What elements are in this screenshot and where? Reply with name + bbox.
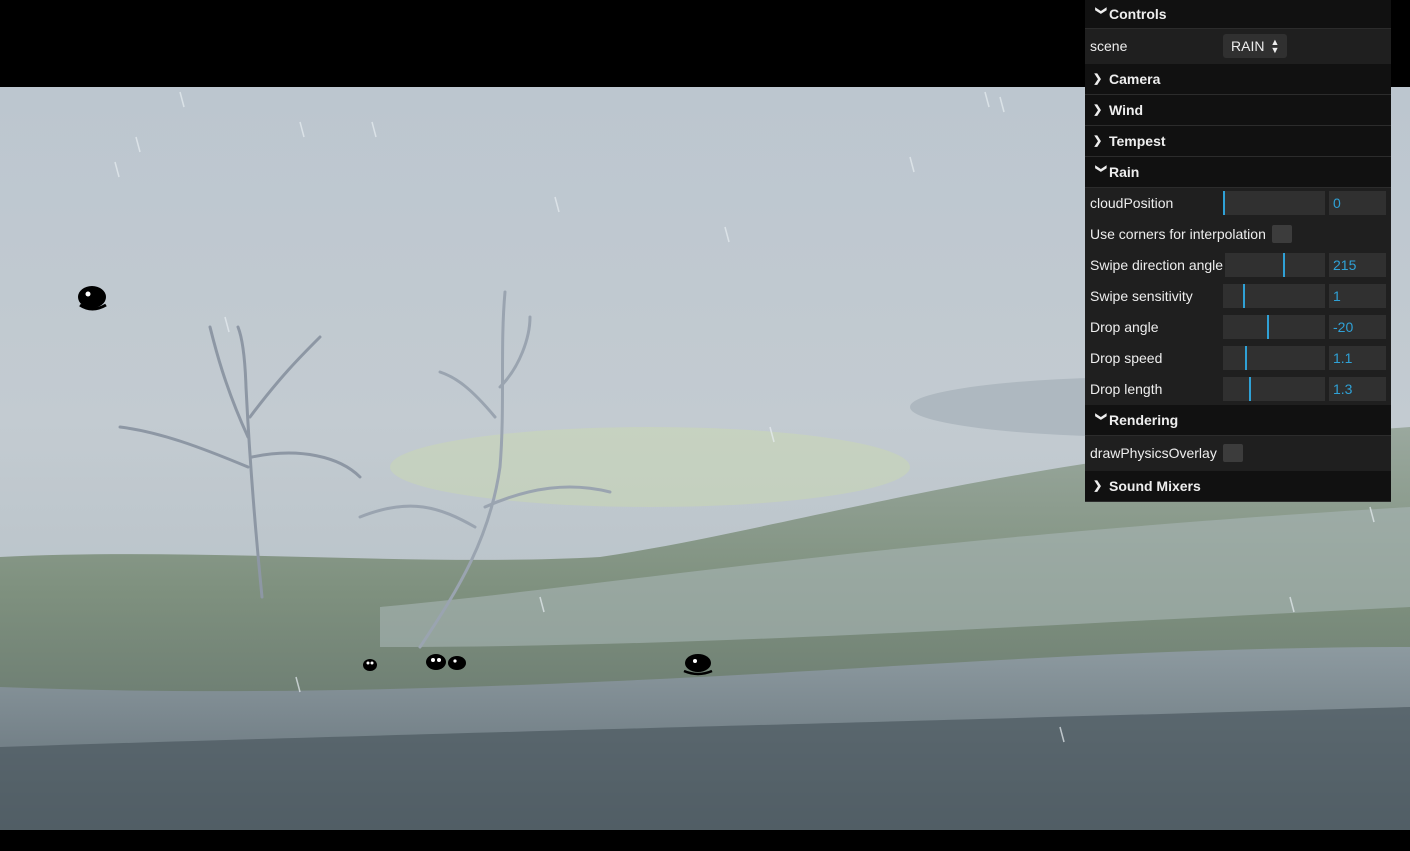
drop-length-input[interactable]: 1.3 (1329, 377, 1386, 401)
folder-rain[interactable]: ❯ Rain (1085, 157, 1391, 188)
drop-angle-row: Drop angle -20 (1085, 312, 1391, 343)
chevron-right-icon: ❯ (1093, 135, 1103, 147)
chevron-right-icon: ❯ (1093, 480, 1103, 492)
scene-select-value: RAIN (1231, 38, 1265, 54)
draw-physics-overlay-label: drawPhysicsOverlay (1090, 445, 1217, 461)
folder-wind[interactable]: ❯ Wind (1085, 95, 1391, 126)
folder-sound-mixers[interactable]: ❯ Sound Mixers (1085, 471, 1391, 502)
folder-rendering-label: Rendering (1109, 412, 1179, 428)
folder-camera-label: Camera (1109, 71, 1161, 87)
swipe-sensitivity-label: Swipe sensitivity (1090, 288, 1193, 304)
chevron-down-icon: ❯ (1095, 6, 1107, 16)
swipe-angle-label: Swipe direction angle (1090, 257, 1224, 273)
use-corners-checkbox[interactable] (1271, 225, 1292, 243)
folder-camera[interactable]: ❯ Camera (1085, 64, 1391, 95)
controls-folder-title[interactable]: ❯ Controls (1085, 0, 1391, 29)
controls-title-label: Controls (1109, 6, 1167, 22)
slider-knob[interactable] (1283, 253, 1285, 277)
folder-sound-mixers-label: Sound Mixers (1109, 478, 1201, 494)
drop-speed-label: Drop speed (1090, 350, 1163, 366)
swipe-sensitivity-slider[interactable] (1223, 284, 1325, 308)
draw-physics-overlay-row: drawPhysicsOverlay (1085, 436, 1391, 471)
cloud-position-row: cloudPosition 0 (1085, 188, 1391, 219)
swipe-angle-row: Swipe direction angle 215 (1085, 250, 1391, 281)
chevron-right-icon: ❯ (1093, 73, 1103, 85)
slider-knob[interactable] (1243, 284, 1245, 308)
creature-4[interactable] (680, 651, 716, 677)
drop-length-slider[interactable] (1223, 377, 1325, 401)
cloud-position-slider[interactable] (1223, 191, 1325, 215)
drop-length-row: Drop length 1.3 (1085, 374, 1391, 405)
swipe-sensitivity-input[interactable]: 1 (1329, 284, 1386, 308)
drop-angle-input[interactable]: -20 (1329, 315, 1386, 339)
swipe-sensitivity-row: Swipe sensitivity 1 (1085, 281, 1391, 312)
creature-3[interactable] (424, 651, 470, 677)
drop-speed-input[interactable]: 1.1 (1329, 346, 1386, 370)
slider-knob[interactable] (1267, 315, 1269, 339)
drop-speed-row: Drop speed 1.1 (1085, 343, 1391, 374)
creature-1[interactable] (72, 283, 112, 315)
cloud-position-label: cloudPosition (1090, 195, 1174, 211)
drop-angle-label: Drop angle (1090, 319, 1159, 335)
slider-knob[interactable] (1245, 346, 1247, 370)
swipe-angle-input[interactable]: 215 (1329, 253, 1386, 277)
swipe-angle-slider[interactable] (1225, 253, 1325, 277)
drop-length-label: Drop length (1090, 381, 1163, 397)
folder-tempest[interactable]: ❯ Tempest (1085, 126, 1391, 157)
chevron-down-icon: ❯ (1095, 164, 1107, 174)
folder-rendering[interactable]: ❯ Rendering (1085, 405, 1391, 436)
folder-tempest-label: Tempest (1109, 133, 1166, 149)
drop-angle-slider[interactable] (1223, 315, 1325, 339)
use-corners-label: Use corners for interpolation (1090, 226, 1266, 242)
scene-select[interactable]: RAIN ▲ ▼ (1223, 34, 1288, 58)
drop-speed-slider[interactable] (1223, 346, 1325, 370)
cloud-position-input[interactable]: 0 (1329, 191, 1386, 215)
slider-knob[interactable] (1249, 377, 1251, 401)
draw-physics-overlay-checkbox[interactable] (1223, 444, 1243, 462)
select-arrows-icon: ▲ ▼ (1270, 37, 1280, 55)
chevron-down-icon: ❯ (1095, 412, 1107, 422)
scene-label: scene (1090, 38, 1128, 54)
chevron-right-icon: ❯ (1093, 104, 1103, 116)
creature-2[interactable] (360, 657, 380, 675)
folder-wind-label: Wind (1109, 102, 1144, 118)
slider-knob[interactable] (1223, 191, 1225, 215)
scene-row: scene RAIN ▲ ▼ (1085, 29, 1391, 64)
use-corners-row: Use corners for interpolation (1085, 219, 1391, 250)
controls-panel: ❯ Controls scene RAIN ▲ ▼ ❯ Camera ❯ Wind… (1085, 0, 1391, 502)
